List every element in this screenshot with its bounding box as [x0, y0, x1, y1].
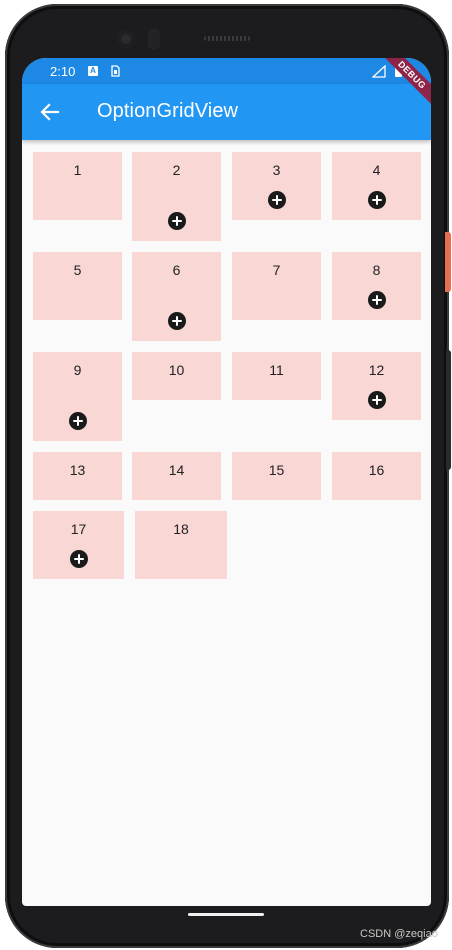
add-circle-icon[interactable] — [367, 191, 386, 209]
arrow-back-icon — [40, 103, 60, 121]
sim-card-icon — [111, 65, 120, 77]
grid-item-3[interactable]: 3 — [232, 152, 321, 220]
grid-item-15[interactable]: 15 — [232, 452, 321, 500]
grid-item-5[interactable]: 5 — [33, 252, 122, 320]
status-bar: 2:10 A — [22, 58, 431, 84]
earpiece-speaker — [204, 36, 250, 41]
add-circle-icon[interactable] — [367, 391, 386, 409]
grid-item-label: 8 — [372, 262, 381, 278]
add-circle-icon[interactable] — [167, 312, 186, 330]
grid-item-label: 5 — [73, 262, 82, 278]
front-camera — [117, 30, 135, 48]
app-bar: OptionGridView — [22, 84, 431, 140]
grid-item-16[interactable]: 16 — [332, 452, 421, 500]
grid-item-18[interactable]: 18 — [135, 511, 227, 579]
grid-item-label: 10 — [168, 362, 185, 378]
grid-item-label: 1 — [73, 162, 82, 178]
grid-item-label: 17 — [70, 521, 87, 537]
volume-button — [446, 350, 451, 470]
back-button[interactable] — [34, 96, 66, 128]
grid-item-label: 16 — [368, 462, 385, 478]
grid-item-13[interactable]: 13 — [33, 452, 122, 500]
signal-icon — [372, 65, 386, 78]
watermark: CSDN @zeqiao — [360, 928, 438, 940]
grid-item-2[interactable]: 2 — [132, 152, 221, 241]
add-circle-icon[interactable] — [267, 191, 286, 209]
add-circle-icon[interactable] — [167, 212, 186, 230]
add-circle-icon[interactable] — [367, 291, 386, 309]
add-circle-icon[interactable] — [68, 412, 87, 430]
grid-item-1[interactable]: 1 — [33, 152, 122, 220]
text-notification-icon: A — [88, 66, 98, 76]
grid-item-label: 15 — [268, 462, 285, 478]
grid-item-11[interactable]: 11 — [232, 352, 321, 400]
add-circle-icon[interactable] — [69, 550, 88, 568]
grid-item-7[interactable]: 7 — [232, 252, 321, 320]
grid-item-label: 14 — [168, 462, 185, 478]
grid-item-label: 2 — [172, 162, 181, 178]
grid-item-12[interactable]: 12 — [332, 352, 421, 420]
proximity-sensor — [148, 28, 160, 50]
power-button — [445, 232, 451, 292]
grid-item-4[interactable]: 4 — [332, 152, 421, 220]
grid-item-17[interactable]: 17 — [33, 511, 124, 579]
grid-item-label: 3 — [272, 162, 281, 178]
grid-item-label: 9 — [73, 362, 82, 378]
grid-item-label: 7 — [272, 262, 281, 278]
grid-item-14[interactable]: 14 — [132, 452, 221, 500]
grid-item-8[interactable]: 8 — [332, 252, 421, 320]
grid-item-label: 12 — [368, 362, 385, 378]
grid-item-label: 4 — [372, 162, 381, 178]
page-title: OptionGridView — [97, 100, 239, 122]
grid-item-label: 18 — [173, 521, 189, 537]
grid-item-6[interactable]: 6 — [132, 252, 221, 341]
phone-screen: 2:10 A DEBUG OptionGridView 1 2 3 4 5 6 7 8 9 10 1… — [22, 58, 431, 906]
status-time: 2:10 — [50, 64, 76, 79]
grid-item-9[interactable]: 9 — [33, 352, 122, 441]
home-indicator[interactable] — [188, 913, 264, 916]
grid-item-label: 13 — [69, 462, 86, 478]
grid-item-label: 6 — [172, 262, 181, 278]
grid-item-10[interactable]: 10 — [132, 352, 221, 400]
grid-item-label: 11 — [269, 362, 284, 378]
